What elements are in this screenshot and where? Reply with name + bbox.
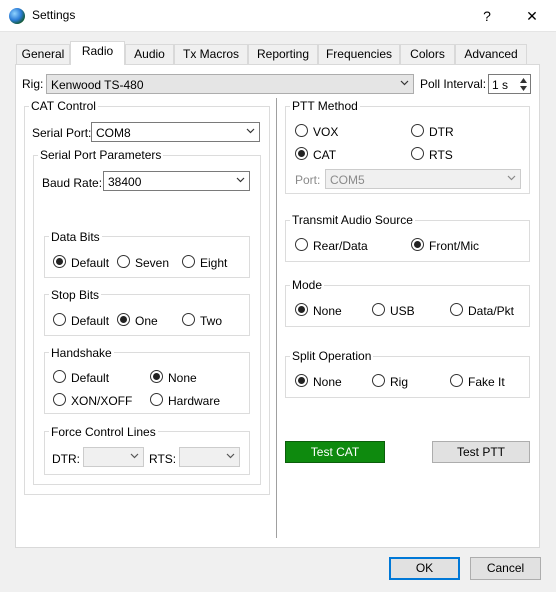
split-rig-radio[interactable] (372, 374, 385, 387)
tx-audio-front-radio[interactable] (411, 238, 424, 251)
handshake-default-label: Default (71, 371, 110, 385)
rig-label: Rig: (22, 77, 44, 91)
dtr-label: DTR: (52, 452, 80, 466)
ptt-port-label: Port: (295, 173, 321, 187)
test-cat-button[interactable]: Test CAT (285, 441, 385, 463)
data-bits-default-label: Default (71, 256, 110, 270)
ptt-rts-label: RTS (429, 148, 453, 162)
tab-reporting[interactable]: Reporting (248, 44, 318, 64)
vertical-divider (276, 98, 277, 538)
data-bits-eight-label: Eight (200, 256, 228, 270)
baud-rate-label: Baud Rate: (42, 176, 103, 190)
ptt-port-select[interactable]: COM5 (325, 169, 521, 189)
chevron-down-icon (226, 453, 235, 459)
handshake-xonxoff-label: XON/XOFF (71, 394, 133, 408)
serial-port-label: Serial Port: (32, 126, 92, 140)
chevron-down-icon (246, 128, 255, 134)
mode-title: Mode (290, 278, 325, 292)
tab-audio[interactable]: Audio (125, 44, 174, 64)
stop-bits-one-label: One (135, 314, 158, 328)
split-fakeit-radio[interactable] (450, 374, 463, 387)
ptt-dtr-radio[interactable] (411, 124, 424, 137)
mode-none-label: None (313, 304, 342, 318)
spin-up-icon[interactable] (519, 77, 528, 84)
force-lines-title: Force Control Lines (49, 425, 158, 439)
app-globe-icon (9, 8, 25, 24)
split-none-label: None (313, 375, 342, 389)
window-title: Settings (32, 8, 76, 22)
poll-interval-value: 1 s (492, 78, 509, 92)
poll-interval-spinbox[interactable]: 1 s (488, 74, 531, 94)
ptt-port-value: COM5 (330, 173, 365, 187)
tab-general[interactable]: General (16, 44, 70, 64)
split-title: Split Operation (290, 349, 374, 363)
mode-usb-label: USB (390, 304, 415, 318)
dtr-select[interactable] (83, 447, 144, 467)
handshake-none-label: None (168, 371, 197, 385)
tab-radio[interactable]: Radio (70, 41, 125, 65)
stop-bits-two-radio[interactable] (182, 313, 195, 326)
stop-bits-one-radio[interactable] (117, 313, 130, 326)
rig-value: Kenwood TS-480 (51, 78, 144, 92)
cancel-button[interactable]: Cancel (470, 557, 541, 580)
data-bits-eight-radio[interactable] (182, 255, 195, 268)
baud-rate-select[interactable]: 38400 (103, 171, 250, 191)
help-button[interactable]: ? (467, 0, 507, 32)
spin-down-icon[interactable] (519, 85, 528, 92)
data-bits-seven-radio[interactable] (117, 255, 130, 268)
ptt-dtr-label: DTR (429, 125, 454, 139)
handshake-hardware-radio[interactable] (150, 393, 163, 406)
chevron-down-icon (236, 177, 245, 183)
stop-bits-two-label: Two (200, 314, 223, 328)
test-ptt-button[interactable]: Test PTT (432, 441, 530, 463)
data-bits-title: Data Bits (49, 230, 102, 244)
chevron-down-icon (507, 175, 516, 181)
mode-datapkt-radio[interactable] (450, 303, 463, 316)
data-bits-seven-label: Seven (135, 256, 170, 270)
serial-port-select[interactable]: COM8 (91, 122, 260, 142)
stop-bits-default-label: Default (71, 314, 110, 328)
ptt-cat-radio[interactable] (295, 147, 308, 160)
data-bits-default-radio[interactable] (53, 255, 66, 268)
tab-frequencies[interactable]: Frequencies (318, 44, 400, 64)
ptt-method-title: PTT Method (290, 99, 360, 113)
baud-rate-value: 38400 (108, 175, 142, 189)
handshake-title: Handshake (49, 346, 114, 360)
mode-datapkt-label: Data/Pkt (468, 304, 515, 318)
tx-audio-title: Transmit Audio Source (290, 213, 415, 227)
split-fakeit-label: Fake It (468, 375, 505, 389)
handshake-none-radio[interactable] (150, 370, 163, 383)
handshake-default-radio[interactable] (53, 370, 66, 383)
rts-label: RTS: (149, 452, 177, 466)
close-button[interactable]: ✕ (512, 0, 552, 32)
tab-tx-macros[interactable]: Tx Macros (174, 44, 248, 64)
ptt-cat-label: CAT (313, 148, 337, 162)
rig-select[interactable]: Kenwood TS-480 (46, 74, 414, 94)
chevron-down-icon (400, 80, 409, 86)
tx-audio-rear-radio[interactable] (295, 238, 308, 251)
tab-advanced[interactable]: Advanced (455, 44, 527, 64)
serial-port-value: COM8 (96, 126, 131, 140)
ptt-vox-radio[interactable] (295, 124, 308, 137)
poll-interval-label: Poll Interval: (420, 77, 487, 91)
handshake-hardware-label: Hardware (168, 394, 221, 408)
cat-control-title: CAT Control (29, 99, 98, 113)
tab-colors[interactable]: Colors (400, 44, 455, 64)
serial-params-title: Serial Port Parameters (38, 148, 164, 162)
title-bar: Settings ? ✕ (0, 0, 556, 32)
rts-select[interactable] (179, 447, 240, 467)
mode-usb-radio[interactable] (372, 303, 385, 316)
tx-audio-front-label: Front/Mic (429, 239, 480, 253)
chevron-down-icon (130, 453, 139, 459)
split-none-radio[interactable] (295, 374, 308, 387)
tx-audio-rear-label: Rear/Data (313, 239, 368, 253)
stop-bits-default-radio[interactable] (53, 313, 66, 326)
stop-bits-title: Stop Bits (49, 288, 102, 302)
handshake-xonxoff-radio[interactable] (53, 393, 66, 406)
split-rig-label: Rig (390, 375, 409, 389)
ptt-vox-label: VOX (313, 125, 339, 139)
mode-none-radio[interactable] (295, 303, 308, 316)
ok-button[interactable]: OK (389, 557, 460, 580)
ptt-rts-radio[interactable] (411, 147, 424, 160)
